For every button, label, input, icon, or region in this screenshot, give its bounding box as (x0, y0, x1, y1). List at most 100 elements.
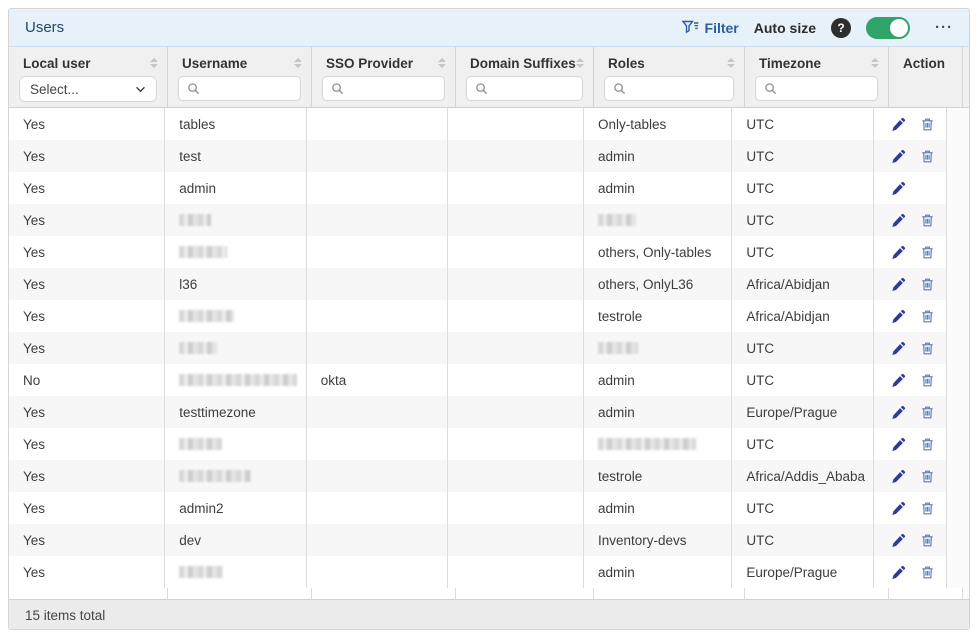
redacted-text (598, 438, 696, 450)
edit-button[interactable] (891, 116, 907, 132)
sort-icon[interactable] (294, 58, 302, 68)
delete-button[interactable] (920, 404, 936, 420)
redacted-text (598, 214, 636, 226)
delete-button[interactable] (920, 564, 936, 580)
username-search-input[interactable] (178, 76, 301, 101)
edit-button[interactable] (891, 404, 907, 420)
delete-button[interactable] (920, 148, 936, 164)
roles-search-input[interactable] (604, 76, 734, 101)
strip-cell (9, 588, 168, 599)
delete-button[interactable] (920, 244, 936, 260)
delete-button[interactable] (920, 340, 936, 356)
column-header-label[interactable]: SSO Provider (326, 56, 413, 71)
edit-button[interactable] (891, 372, 907, 388)
column-header-domain-suffixes: Domain Suffixes (456, 47, 594, 107)
select-placeholder: Select... (30, 82, 79, 97)
sort-icon[interactable] (871, 58, 879, 68)
delete-button[interactable] (920, 116, 936, 132)
column-header-label[interactable]: Username (182, 56, 247, 71)
cell-sso-provider (307, 524, 449, 556)
cell-action (874, 172, 947, 204)
panel-titlebar: Users Filter Auto size ? ··· (9, 9, 969, 47)
cell-roles: admin (584, 556, 732, 588)
table-body: YestablesOnly-tablesUTC YestestadminUTC … (9, 108, 969, 588)
sort-icon[interactable] (150, 58, 158, 68)
cell-timezone: UTC (732, 204, 874, 236)
table-row: YestesttimezoneadminEurope/Prague (9, 396, 969, 428)
delete-button[interactable] (920, 212, 936, 228)
redacted-text (598, 342, 638, 354)
delete-button[interactable] (920, 532, 936, 548)
edit-button[interactable] (891, 468, 907, 484)
edit-button[interactable] (891, 276, 907, 292)
auto-size-label[interactable]: Auto size (754, 20, 816, 36)
auto-size-toggle[interactable] (866, 17, 910, 39)
edit-button[interactable] (891, 148, 907, 164)
edit-button[interactable] (891, 500, 907, 516)
filter-button[interactable]: Filter (682, 20, 739, 36)
column-header-label[interactable]: Timezone (759, 56, 821, 71)
cell-timezone: UTC (732, 428, 874, 460)
domain-suffixes-search-input[interactable] (466, 76, 583, 101)
column-header-label[interactable]: Roles (608, 56, 645, 71)
cell-timezone: UTC (732, 332, 874, 364)
cell-action (874, 364, 947, 396)
table-row: YestestroleAfrica/Abidjan (9, 300, 969, 332)
cell-timezone: UTC (732, 492, 874, 524)
cell-action (874, 204, 947, 236)
cell-username (165, 300, 307, 332)
cell-action (874, 460, 947, 492)
edit-button[interactable] (891, 436, 907, 452)
edit-button[interactable] (891, 532, 907, 548)
cell-username: dev (165, 524, 307, 556)
scrollbar-gutter (947, 460, 969, 492)
edit-button[interactable] (891, 244, 907, 260)
delete-button[interactable] (920, 436, 936, 452)
cell-sso-provider (307, 428, 449, 460)
cell-sso-provider (307, 268, 449, 300)
cell-domain-suffixes (448, 396, 584, 428)
cell-local-user: Yes (9, 396, 165, 428)
help-icon[interactable]: ? (831, 18, 851, 38)
column-header-label[interactable]: Local user (23, 56, 91, 71)
table-row: YesadminadminUTC (9, 172, 969, 204)
cell-roles: admin (584, 172, 732, 204)
delete-button[interactable] (920, 276, 936, 292)
cell-action (874, 332, 947, 364)
overflow-menu-icon[interactable]: ··· (935, 19, 953, 36)
cell-username (165, 460, 307, 492)
scrollbar-gutter (947, 108, 969, 140)
cell-action (874, 556, 947, 588)
cell-roles (584, 204, 732, 236)
sort-icon[interactable] (438, 58, 446, 68)
table-row: YesadminEurope/Prague (9, 556, 969, 588)
cell-roles: others, OnlyL36 (584, 268, 732, 300)
timezone-search-input[interactable] (755, 76, 878, 101)
sso-provider-search-input[interactable] (322, 76, 445, 101)
redacted-text (179, 374, 297, 386)
cell-action (874, 236, 947, 268)
edit-button[interactable] (891, 564, 907, 580)
column-header-action: Action (889, 47, 963, 107)
column-header-label[interactable]: Action (903, 56, 945, 71)
cell-local-user: Yes (9, 460, 165, 492)
delete-button[interactable] (920, 372, 936, 388)
delete-button[interactable] (920, 468, 936, 484)
edit-button[interactable] (891, 340, 907, 356)
cell-action (874, 300, 947, 332)
scrollbar-gutter (947, 236, 969, 268)
column-header-label[interactable]: Domain Suffixes (470, 56, 576, 71)
edit-button[interactable] (891, 180, 907, 196)
edit-button[interactable] (891, 308, 907, 324)
table-row: NooktaadminUTC (9, 364, 969, 396)
sort-icon[interactable] (727, 58, 735, 68)
local-user-filter-select[interactable]: Select... (19, 76, 157, 102)
sort-icon[interactable] (576, 58, 584, 68)
cell-domain-suffixes (448, 492, 584, 524)
scrollbar-gutter (947, 140, 969, 172)
edit-button[interactable] (891, 212, 907, 228)
cell-local-user: Yes (9, 300, 165, 332)
cell-timezone: UTC (732, 364, 874, 396)
delete-button[interactable] (920, 308, 936, 324)
delete-button[interactable] (920, 500, 936, 516)
